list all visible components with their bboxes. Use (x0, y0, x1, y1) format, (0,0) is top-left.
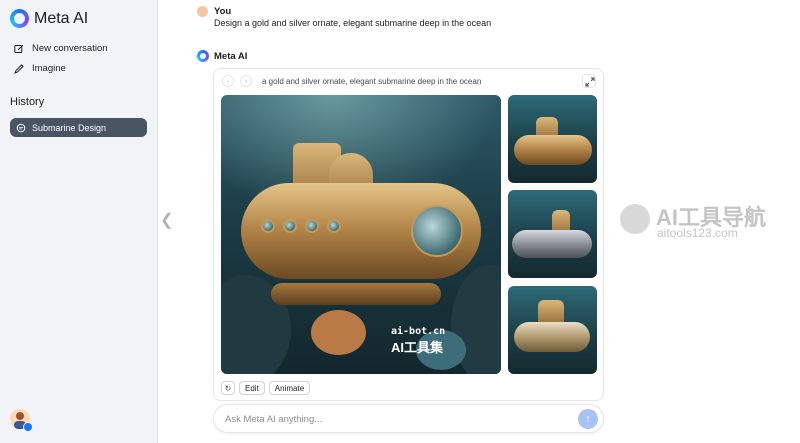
user-message-name: You (214, 6, 232, 17)
image-caption: a gold and silver ornate, elegant submar… (262, 76, 482, 86)
expand-icon (585, 77, 595, 87)
animate-button[interactable]: Animate (268, 381, 311, 395)
app-title: Meta AI (34, 9, 89, 27)
watermark-url: ai-bot.cn (391, 326, 446, 337)
history-title: History (10, 96, 45, 108)
watermark-site-url: aitools123.com (657, 226, 738, 240)
watermark-logo-icon (620, 204, 650, 234)
image-result-card: ‹ › a gold and silver ornate, elegant su… (213, 68, 604, 401)
next-image-button[interactable]: › (240, 75, 252, 87)
edit-button[interactable]: Edit (239, 381, 265, 395)
image-card-header: ‹ › a gold and silver ornate, elegant su… (222, 75, 481, 87)
history-item-label: Submarine Design (32, 122, 107, 133)
sidebar: Meta AI New conversation Imagine History… (0, 0, 158, 443)
message-input[interactable] (225, 411, 555, 428)
generated-image-thumbnail[interactable] (508, 190, 597, 278)
watermark-name: AI工具集 (391, 340, 444, 355)
imagine-button[interactable]: Imagine (14, 63, 66, 74)
collapse-sidebar-button[interactable]: ❮ (160, 210, 173, 230)
user-message-avatar (197, 6, 208, 17)
image-actions: ↻ Edit Animate (221, 381, 311, 395)
assistant-name: Meta AI (214, 51, 248, 62)
pencil-icon (14, 63, 24, 74)
generated-image-main[interactable]: ai-bot.cn AI工具集 (221, 95, 501, 374)
expand-button[interactable] (582, 74, 596, 88)
history-item-submarine-design[interactable]: Submarine Design (10, 118, 147, 137)
nav-label: New conversation (32, 43, 108, 54)
new-conversation-button[interactable]: New conversation (14, 43, 108, 54)
send-button[interactable]: ↑ (578, 409, 598, 429)
image-watermark: ai-bot.cn AI工具集 (391, 326, 445, 356)
user-avatar[interactable] (10, 409, 33, 432)
chat-bubble-icon (16, 123, 26, 132)
facebook-badge-icon (23, 422, 33, 432)
previous-image-button[interactable]: ‹ (222, 75, 234, 87)
compose-icon (14, 44, 24, 53)
brand[interactable]: Meta AI (10, 9, 88, 28)
composer: ↑ (213, 404, 604, 433)
regenerate-button[interactable]: ↻ (221, 381, 235, 395)
nav-label: Imagine (32, 63, 66, 74)
generated-image-thumbnail[interactable] (508, 286, 597, 374)
meta-ai-logo-icon (10, 9, 29, 28)
user-message-text: Design a gold and silver ornate, elegant… (214, 18, 492, 28)
meta-ai-avatar-icon (197, 50, 209, 62)
generated-image-thumbnail[interactable] (508, 95, 597, 183)
